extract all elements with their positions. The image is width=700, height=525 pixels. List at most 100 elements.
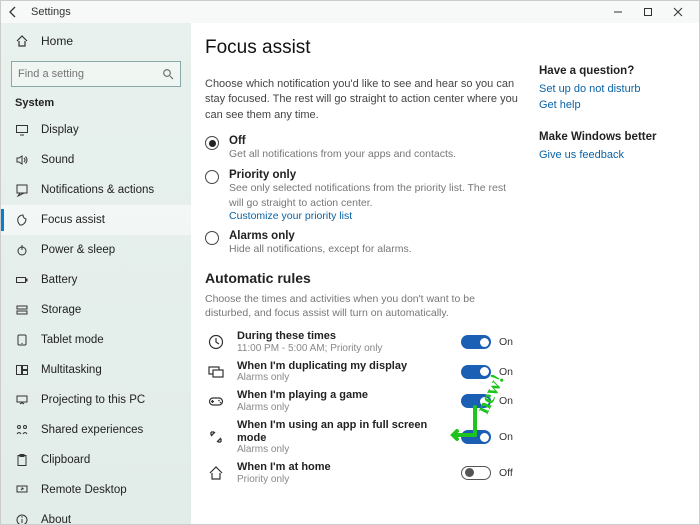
radio-icon[interactable] (205, 136, 219, 150)
toggle-state: On (499, 336, 519, 348)
radio-icon[interactable] (205, 170, 219, 184)
sidebar-item-focus-assist[interactable]: Focus assist (1, 205, 191, 235)
home-rule-icon (205, 462, 227, 484)
option-off[interactable]: Off Get all notifications from your apps… (205, 135, 519, 161)
rule-times[interactable]: During these times11:00 PM - 5:00 AM; Pr… (205, 330, 519, 354)
rule-home[interactable]: When I'm at homePriority only Off (205, 461, 519, 485)
sidebar: Home System Display Sound (1, 23, 191, 524)
rule-title: When I'm using an app in full screen mod… (237, 419, 453, 444)
search-icon (162, 68, 174, 80)
rules-heading: Automatic rules (205, 270, 519, 286)
question-heading: Have a question? (539, 65, 687, 77)
sidebar-item-storage[interactable]: Storage (1, 295, 191, 325)
sidebar-item-label: Power & sleep (41, 244, 115, 256)
rule-title: During these times (237, 330, 453, 343)
sidebar-item-multitask[interactable]: Multitasking (1, 355, 191, 385)
sidebar-item-projecting[interactable]: Projecting to this PC (1, 385, 191, 415)
about-icon (13, 513, 31, 524)
sidebar-search[interactable] (11, 61, 181, 87)
sidebar-item-label: Storage (41, 304, 81, 316)
projecting-icon (13, 393, 31, 407)
rule-sub: Alarms only (237, 372, 453, 383)
sidebar-nav: Display Sound Notifications & actions Fo… (1, 115, 191, 524)
rule-toggle[interactable] (461, 394, 491, 408)
close-button[interactable] (663, 1, 693, 23)
radio-icon[interactable] (205, 231, 219, 245)
rule-sub: 11:00 PM - 5:00 AM; Priority only (237, 343, 453, 354)
rule-title: When I'm at home (237, 461, 453, 474)
option-title: Alarms only (229, 230, 412, 242)
link-do-not-disturb[interactable]: Set up do not disturb (539, 83, 687, 95)
sidebar-home-label: Home (41, 34, 73, 48)
content: Focus assist Choose which notification y… (191, 23, 539, 524)
clipboard-icon (13, 453, 31, 467)
multitask-icon (13, 363, 31, 377)
sidebar-item-about[interactable]: About (1, 505, 191, 524)
sidebar-item-display[interactable]: Display (1, 115, 191, 145)
rule-toggle[interactable] (461, 430, 491, 444)
sidebar-item-label: Multitasking (41, 364, 102, 376)
focus-assist-icon (13, 213, 31, 227)
toggle-state: On (499, 395, 519, 407)
rule-toggle[interactable] (461, 365, 491, 379)
option-title: Priority only (229, 169, 519, 181)
rule-sub: Priority only (237, 474, 453, 485)
rule-toggle[interactable] (461, 335, 491, 349)
option-desc: See only selected notifications from the… (229, 181, 519, 209)
sound-icon (13, 153, 31, 167)
fullscreen-icon (205, 426, 227, 448)
link-feedback[interactable]: Give us feedback (539, 149, 687, 161)
power-icon (13, 243, 31, 257)
sidebar-home[interactable]: Home (1, 27, 191, 55)
sidebar-item-tablet[interactable]: Tablet mode (1, 325, 191, 355)
priority-link[interactable]: Customize your priority list (229, 210, 519, 222)
sidebar-item-label: Focus assist (41, 214, 105, 226)
battery-icon (13, 273, 31, 287)
rule-sub: Alarms only (237, 402, 453, 413)
minimize-button[interactable] (603, 1, 633, 23)
game-icon (205, 390, 227, 412)
sidebar-item-label: Notifications & actions (41, 184, 154, 196)
link-get-help[interactable]: Get help (539, 99, 687, 111)
toggle-state: On (499, 366, 519, 378)
maximize-button[interactable] (633, 1, 663, 23)
rule-fullscreen[interactable]: When I'm using an app in full screen mod… (205, 419, 519, 455)
display-icon (13, 123, 31, 137)
remote-icon (13, 483, 31, 497)
rules-desc: Choose the times and activities when you… (205, 292, 519, 320)
search-input[interactable] (18, 68, 162, 80)
rule-title: When I'm playing a game (237, 389, 453, 402)
sidebar-item-battery[interactable]: Battery (1, 265, 191, 295)
sidebar-item-power[interactable]: Power & sleep (1, 235, 191, 265)
sidebar-item-label: Display (41, 124, 79, 136)
option-priority[interactable]: Priority only See only selected notifica… (205, 169, 519, 221)
sidebar-section-label: System (1, 97, 191, 115)
option-alarms[interactable]: Alarms only Hide all notifications, exce… (205, 230, 519, 256)
sidebar-item-label: Shared experiences (41, 424, 143, 436)
sidebar-item-clipboard[interactable]: Clipboard (1, 445, 191, 475)
page-title: Focus assist (205, 37, 519, 59)
rule-toggle[interactable] (461, 466, 491, 480)
option-title: Off (229, 135, 456, 147)
notifications-icon (13, 183, 31, 197)
sidebar-item-notifications[interactable]: Notifications & actions (1, 175, 191, 205)
clock-icon (205, 331, 227, 353)
sidebar-item-label: Projecting to this PC (41, 394, 145, 406)
toggle-state: On (499, 431, 519, 443)
feedback-heading: Make Windows better (539, 131, 687, 143)
duplicate-display-icon (205, 361, 227, 383)
tablet-icon (13, 333, 31, 347)
sidebar-item-label: Battery (41, 274, 77, 286)
rule-game[interactable]: When I'm playing a gameAlarms only On (205, 389, 519, 413)
option-desc: Hide all notifications, except for alarm… (229, 242, 412, 256)
rule-sub: Alarms only (237, 444, 453, 455)
sidebar-item-remote[interactable]: Remote Desktop (1, 475, 191, 505)
sidebar-item-label: About (41, 514, 71, 524)
sidebar-item-shared[interactable]: Shared experiences (1, 415, 191, 445)
option-desc: Get all notifications from your apps and… (229, 147, 456, 161)
rule-duplicate-display[interactable]: When I'm duplicating my displayAlarms on… (205, 360, 519, 384)
sidebar-item-label: Clipboard (41, 454, 90, 466)
storage-icon (13, 303, 31, 317)
sidebar-item-sound[interactable]: Sound (1, 145, 191, 175)
back-button[interactable] (7, 6, 23, 18)
